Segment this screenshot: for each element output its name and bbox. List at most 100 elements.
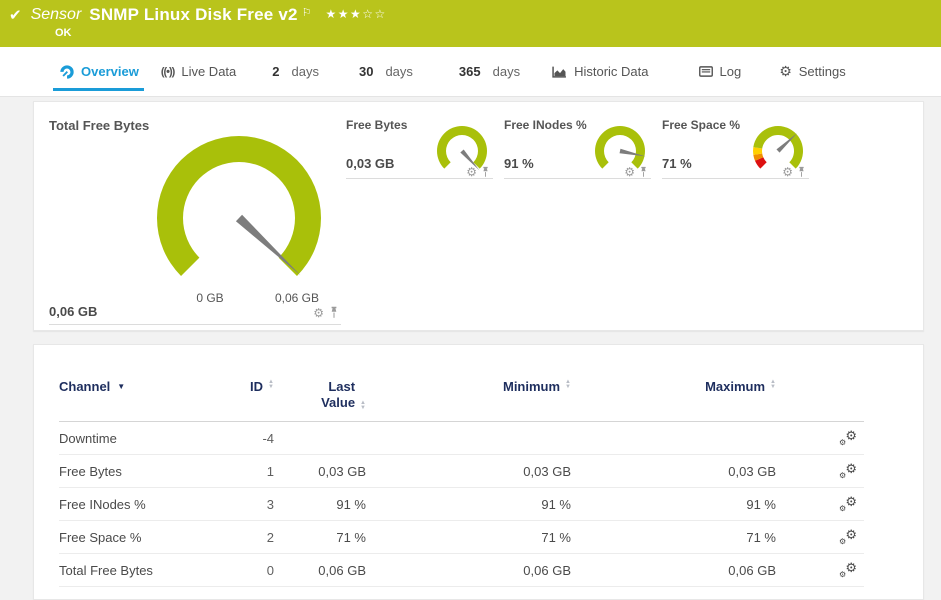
tab-unit: days bbox=[492, 64, 521, 79]
divider bbox=[504, 178, 651, 179]
tab-live-data[interactable]: ((•)) Live Data bbox=[161, 47, 236, 96]
page-title: SNMP Linux Disk Free v2 bbox=[89, 5, 298, 24]
channel-id: 2 bbox=[266, 529, 274, 545]
table-header-row: Channel ▼ ID ▲ ▼ Last Value ▲ ▼ Minimum ▲ ▼… bbox=[59, 345, 864, 422]
column-header-maximum[interactable]: Maximum ▲ ▼ bbox=[571, 379, 776, 394]
tab-unit: days bbox=[385, 64, 413, 79]
pin-icon[interactable] bbox=[797, 166, 806, 178]
tab-365-days[interactable]: 365 days bbox=[459, 47, 520, 96]
tab-label: Historic Data bbox=[574, 64, 649, 79]
total-free-bytes-gauge bbox=[156, 135, 321, 276]
table-row: Free Bytes 1 0,03 GB 0,03 GB 0,03 GB ⚙ ⚙ bbox=[59, 455, 864, 488]
channel-settings-gears-icon[interactable]: ⚙ ⚙ bbox=[838, 528, 858, 546]
gauge-title: Free Bytes bbox=[346, 118, 408, 132]
gauge-value: 0,06 GB bbox=[49, 304, 98, 319]
broadcast-icon: ((•)) bbox=[160, 65, 175, 78]
channel-name[interactable]: Free Bytes bbox=[59, 464, 219, 479]
tab-30-days[interactable]: 30 days bbox=[359, 47, 413, 96]
pin-icon[interactable] bbox=[639, 166, 648, 178]
channel-id: -4 bbox=[262, 430, 274, 446]
pin-icon[interactable] bbox=[329, 306, 339, 319]
gauge-block-total-free-bytes: Total Free Bytes 0 GB 0,06 GB 0,06 GB ⚙ bbox=[49, 102, 341, 330]
area-chart-icon bbox=[552, 66, 567, 78]
content-area: Total Free Bytes 0 GB 0,06 GB 0,06 GB ⚙ … bbox=[33, 101, 924, 600]
flag-icon[interactable]: ⚐ bbox=[302, 6, 312, 19]
gauge-block-free-inodes: Free INodes % 91 % ⚙ bbox=[504, 102, 651, 330]
table-row: Downtime -4 ⚙ ⚙ bbox=[59, 422, 864, 455]
column-label: Channel bbox=[59, 379, 111, 394]
divider bbox=[346, 178, 493, 179]
channel-settings-gears-icon[interactable]: ⚙ ⚙ bbox=[838, 561, 858, 579]
gauge-value: 0,03 GB bbox=[346, 156, 395, 171]
sort-arrows-icon: ▲ ▼ bbox=[360, 400, 366, 411]
tab-overview[interactable]: Overview bbox=[53, 47, 144, 96]
channel-gear-icon[interactable]: ⚙ bbox=[313, 307, 324, 319]
minimum-value: 71 % bbox=[541, 529, 571, 545]
tab-2-days[interactable]: 2 days bbox=[272, 47, 319, 96]
gauge-block-free-bytes: Free Bytes 0,03 GB ⚙ bbox=[346, 102, 493, 330]
last-value: 71 % bbox=[336, 529, 366, 545]
tab-unit: days bbox=[291, 64, 319, 79]
last-value: 91 % bbox=[336, 496, 366, 512]
channel-id: 0 bbox=[266, 562, 274, 578]
priority-stars[interactable]: ★★★☆☆ bbox=[326, 7, 387, 21]
sort-caret-icon: ▼ bbox=[117, 382, 126, 391]
log-icon bbox=[698, 66, 713, 77]
status-check-icon: ✔ bbox=[9, 7, 22, 24]
table-row: Free Space % 2 71 % 71 % 71 % ⚙ ⚙ bbox=[59, 521, 864, 554]
minimum-value: 0,06 GB bbox=[523, 562, 571, 578]
tab-label: Overview bbox=[81, 64, 139, 79]
channel-id: 3 bbox=[266, 496, 274, 512]
channel-settings-gears-icon[interactable]: ⚙ ⚙ bbox=[838, 495, 858, 513]
tab-historic-data[interactable]: Historic Data bbox=[552, 47, 649, 96]
gauges-panel: Total Free Bytes 0 GB 0,06 GB 0,06 GB ⚙ … bbox=[33, 101, 924, 331]
channel-gear-icon[interactable]: ⚙ bbox=[624, 166, 635, 178]
channel-settings-gears-icon[interactable]: ⚙ ⚙ bbox=[838, 429, 858, 447]
tab-number: 2 bbox=[272, 64, 280, 79]
table-row: Free INodes % 3 91 % 91 % 91 % ⚙ ⚙ bbox=[59, 488, 864, 521]
column-header-channel[interactable]: Channel ▼ bbox=[59, 379, 219, 394]
tab-label: Log bbox=[719, 64, 742, 79]
channel-gear-icon[interactable]: ⚙ bbox=[466, 166, 477, 178]
channel-name[interactable]: Total Free Bytes bbox=[59, 563, 219, 578]
channel-settings-gears-icon[interactable]: ⚙ ⚙ bbox=[838, 462, 858, 480]
maximum-value: 0,06 GB bbox=[728, 562, 776, 578]
column-header-minimum[interactable]: Minimum ▲ ▼ bbox=[366, 379, 571, 394]
minimum-value: 91 % bbox=[541, 496, 571, 512]
tab-log[interactable]: Log bbox=[698, 47, 742, 96]
maximum-value: 91 % bbox=[746, 496, 776, 512]
channel-name[interactable]: Downtime bbox=[59, 431, 219, 446]
channel-name[interactable]: Free INodes % bbox=[59, 497, 219, 512]
tab-number: 30 bbox=[358, 64, 374, 79]
divider bbox=[49, 324, 341, 325]
gauge-title: Free Space % bbox=[662, 118, 741, 132]
tab-settings[interactable]: ⚙ Settings bbox=[779, 47, 846, 96]
channel-gear-icon[interactable]: ⚙ bbox=[782, 166, 793, 178]
gauge-title: Total Free Bytes bbox=[49, 118, 150, 133]
gauge-scale-max: 0,06 GB bbox=[274, 291, 320, 305]
sensor-kind-label: Sensor bbox=[30, 6, 82, 23]
gauge-block-free-space: Free Space % 71 % ⚙ bbox=[662, 102, 809, 330]
gauge-value: 71 % bbox=[662, 156, 692, 171]
column-label: ID bbox=[250, 379, 264, 394]
column-header-id[interactable]: ID ▲ ▼ bbox=[219, 379, 274, 394]
column-header-last-value[interactable]: Last Value ▲ ▼ bbox=[274, 379, 366, 411]
tab-number: 365 bbox=[458, 64, 481, 79]
tab-label: Settings bbox=[798, 64, 846, 79]
tab-label: Live Data bbox=[181, 64, 237, 79]
pin-icon[interactable] bbox=[481, 166, 490, 178]
status-badge: OK bbox=[55, 27, 72, 39]
channel-table-body: Downtime -4 ⚙ ⚙ Free Bytes 1 0,03 GB 0,03… bbox=[59, 422, 923, 587]
maximum-value: 71 % bbox=[746, 529, 776, 545]
column-label: Last Value bbox=[321, 379, 356, 410]
channel-table-panel: Channel ▼ ID ▲ ▼ Last Value ▲ ▼ Minimum ▲ ▼… bbox=[33, 344, 924, 600]
last-value: 0,06 GB bbox=[318, 562, 366, 578]
column-label: Minimum bbox=[502, 379, 561, 394]
sensor-header: ✔ Sensor SNMP Linux Disk Free v2 ⚐ ★★★☆☆… bbox=[0, 0, 941, 47]
column-label: Maximum bbox=[705, 379, 766, 394]
channel-id: 1 bbox=[266, 463, 274, 479]
maximum-value: 0,03 GB bbox=[728, 463, 776, 479]
channel-name[interactable]: Free Space % bbox=[59, 530, 219, 545]
last-value: 0,03 GB bbox=[318, 463, 366, 479]
gauge-scale-min: 0 GB bbox=[196, 291, 224, 305]
